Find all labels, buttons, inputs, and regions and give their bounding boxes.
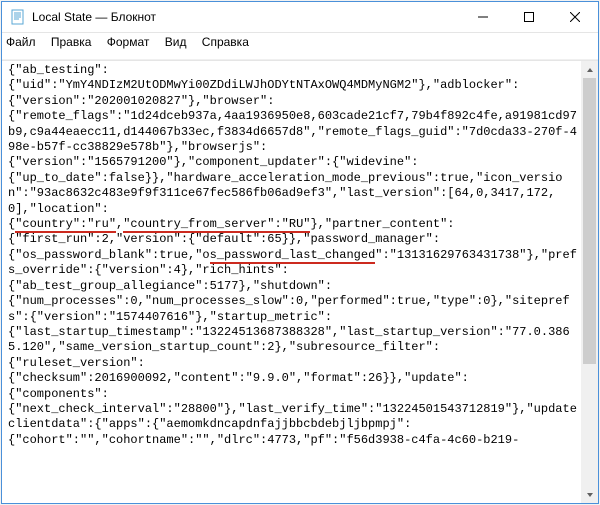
scroll-down-button[interactable] [581,486,598,503]
highlighted-text: "country":"ru" [15,217,116,233]
menu-view[interactable]: Вид [165,35,187,49]
minimize-button[interactable] [460,2,506,32]
highlighted-text: "country_from_server":"RU" [123,217,310,233]
window-controls [460,2,598,32]
scroll-up-button[interactable] [581,61,598,78]
menu-format[interactable]: Формат [107,35,150,49]
highlighted-text: s_password_last_changed [210,248,376,264]
menu-file[interactable]: Файл [6,35,36,49]
content-area: {"ab_testing": {"uid":"YmY4NDIzM2UtODMwY… [2,60,598,503]
menu-help[interactable]: Справка [202,35,249,49]
titlebar[interactable]: Local State — Блокнот [2,2,598,33]
maximize-button[interactable] [506,2,552,32]
vertical-scrollbar[interactable] [581,61,598,503]
menu-edit[interactable]: Правка [51,35,92,49]
notepad-icon [10,9,26,25]
close-button[interactable] [552,2,598,32]
scroll-track[interactable] [581,78,598,486]
notepad-window: Local State — Блокнот Файл Правка Формат… [1,1,599,504]
text-content[interactable]: {"ab_testing": {"uid":"YmY4NDIzM2UtODMwY… [2,61,581,503]
menubar: Файл Правка Формат Вид Справка [2,33,598,60]
window-title: Local State — Блокнот [32,10,460,24]
scroll-thumb[interactable] [583,78,596,364]
